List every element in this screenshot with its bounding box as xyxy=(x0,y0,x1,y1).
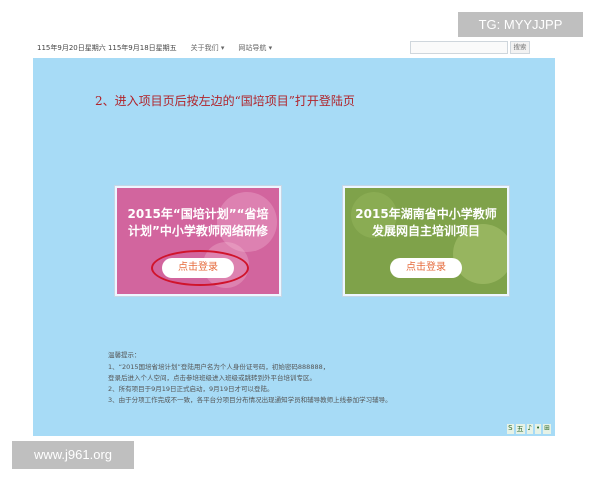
site-top-bar: 115年9月20日星期六 115年9月18日星期五 关于我们 ▾ 网站导航 ▾ … xyxy=(33,38,558,58)
tray-icons: S 五 ♪ • ⊞ xyxy=(507,424,551,434)
screenshot-page: 115年9月20日星期六 115年9月18日星期五 关于我们 ▾ 网站导航 ▾ … xyxy=(0,0,600,480)
site-navigation-link[interactable]: 网站导航 ▾ xyxy=(238,43,272,53)
dot-icon[interactable]: • xyxy=(534,424,542,434)
main-content: 2、进入项目页后按左边的“国培项目”打开登陆页 2015年“国培计划”“省培计划… xyxy=(33,58,555,436)
watermark-top-right: TG: MYYJJPP xyxy=(458,12,583,37)
tip-line: 登录后进入个人空间，点击参培班级进入班级或跳转到外平台培训专区。 xyxy=(108,374,316,382)
watermark-bottom-left: www.j961.org xyxy=(12,441,134,469)
tips-title: 温馨提示： xyxy=(108,351,141,359)
tip-line: 3、由于分项工作完成不一致，各平台分项目分布情况出现通知学员和辅导教师上线参加学… xyxy=(108,396,392,404)
hunan-login-button[interactable]: 点击登录 xyxy=(390,258,462,278)
hunan-project-card[interactable]: 2015年湖南省中小学教师发展网自主培训项目 点击登录 xyxy=(343,186,509,296)
music-icon[interactable]: ♪ xyxy=(526,424,533,434)
wubi-icon[interactable]: 五 xyxy=(515,424,525,434)
instruction-heading: 2、进入项目页后按左边的“国培项目”打开登陆页 xyxy=(95,94,355,108)
about-us-link[interactable]: 关于我们 ▾ xyxy=(191,43,225,53)
guopei-project-title: 2015年“国培计划”“省培计划”中小学教师网络研修 xyxy=(127,207,269,238)
tip-line: 1、“2015国培省培计划”登陆用户名为个人身份证号码，初始密码888888， xyxy=(108,363,330,371)
hunan-project-title: 2015年湖南省中小学教师发展网自主培训项目 xyxy=(355,207,497,238)
guopei-project-card[interactable]: 2015年“国培计划”“省培计划”中小学教师网络研修 点击登录 xyxy=(115,186,281,296)
grid-icon[interactable]: ⊞ xyxy=(543,424,551,434)
tips-section: 温馨提示： 1、“2015国培省培计划”登陆用户名为个人身份证号码，初始密码88… xyxy=(108,350,392,406)
date-text: 115年9月20日星期六 115年9月18日星期五 xyxy=(37,44,177,52)
sogou-icon[interactable]: S xyxy=(507,424,514,434)
search-button[interactable]: 搜索 xyxy=(510,41,530,54)
search-input[interactable] xyxy=(410,41,508,54)
highlight-circle xyxy=(151,250,249,286)
tip-line: 2、所有项目于9月19日正式启动，9月19日才可以登陆。 xyxy=(108,385,274,393)
